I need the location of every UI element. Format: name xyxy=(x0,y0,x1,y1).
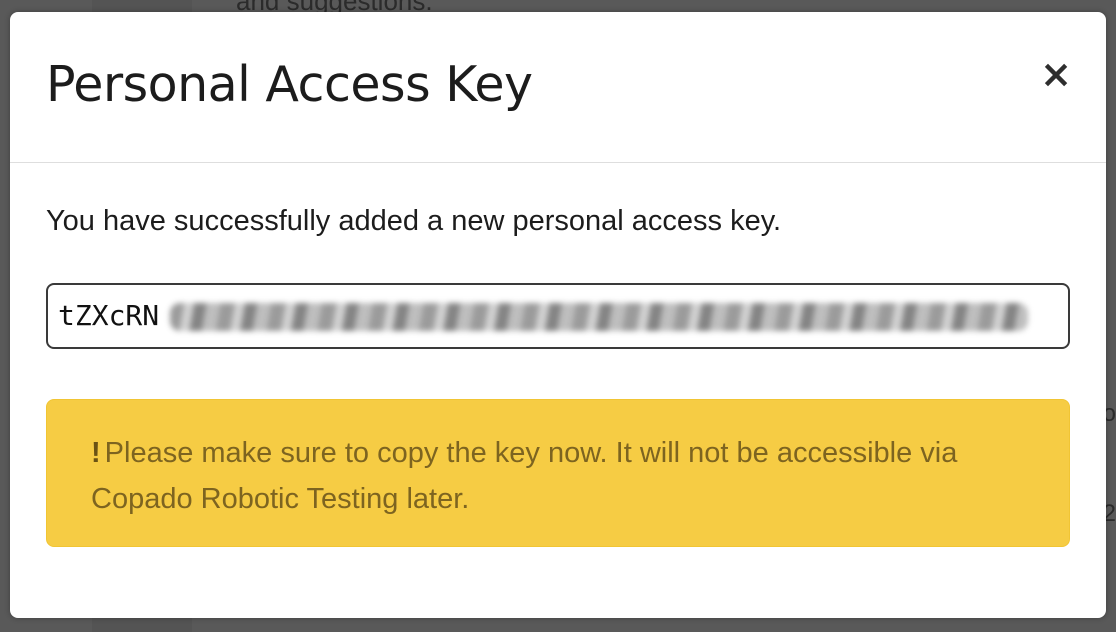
modal-header: Personal Access Key × xyxy=(10,12,1106,163)
access-key-input[interactable] xyxy=(58,285,178,347)
redacted-key-blur xyxy=(170,303,1028,331)
personal-access-key-modal: Personal Access Key × You have successfu… xyxy=(10,12,1106,618)
warning-text: Please make sure to copy the key now. It… xyxy=(91,437,958,515)
exclamation-icon: ! xyxy=(91,437,101,469)
close-button[interactable]: × xyxy=(1036,52,1076,96)
success-message: You have successfully added a new person… xyxy=(46,205,782,237)
modal-title: Personal Access Key xyxy=(46,56,533,113)
access-key-field[interactable] xyxy=(46,283,1070,349)
warning-message: ! Please make sure to copy the key now. I… xyxy=(91,430,1029,522)
warning-alert: ! Please make sure to copy the key now. I… xyxy=(46,399,1070,547)
